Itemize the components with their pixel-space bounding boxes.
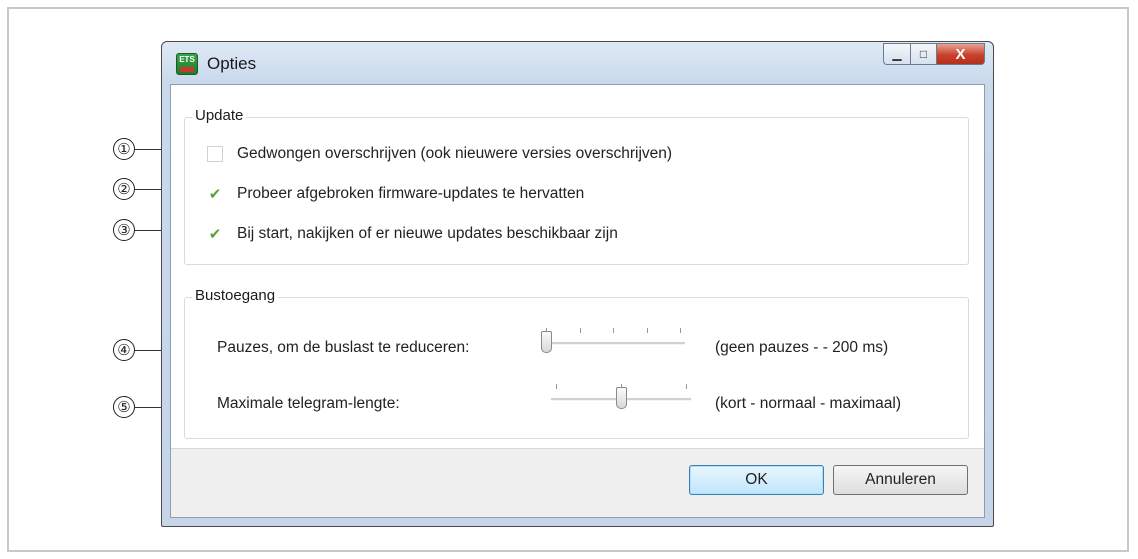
callout-2: ② [113,178,135,200]
bus-access-group-title: Bustoegang [192,287,279,304]
slider-tick [647,328,648,333]
telegram-length-label: Maximale telegram-lengte: [217,395,400,412]
pauses-range-text: (geen pauzes - - 200 ms) [715,339,889,356]
options-dialog: ETS Opties ▁ □ X Update Gedwongen oversc… [161,41,994,527]
maximize-button[interactable]: □ [910,43,937,65]
check-updates-checkbox[interactable]: ✔ [207,226,223,242]
force-overwrite-checkbox[interactable] [207,146,223,162]
option-check-updates-on-start[interactable]: ✔ Bij start, nakijken of er nieuwe updat… [207,222,618,246]
close-button[interactable]: X [937,43,985,65]
bus-access-group: Bustoegang Pauzes, om de buslast te redu… [184,287,969,439]
update-group: Update Gedwongen overschrijven (ook nieu… [184,107,969,265]
dialog-content: Update Gedwongen overschrijven (ook nieu… [170,84,985,518]
pauses-label: Pauzes, om de buslast te reduceren: [217,339,470,356]
slider-tick [686,384,687,389]
telegram-length-slider[interactable] [551,380,691,410]
slider-thumb[interactable] [616,387,627,409]
check-updates-label: Bij start, nakijken of er nieuwe updates… [237,225,618,242]
resume-firmware-checkbox[interactable]: ✔ [207,186,223,202]
slider-tick [613,328,614,333]
option-force-overwrite[interactable]: Gedwongen overschrijven (ook nieuwere ve… [207,142,672,166]
callout-1: ① [113,138,135,160]
slider-thumb[interactable] [541,331,552,353]
callout-3: ③ [113,219,135,241]
minimize-icon: ▁ [892,47,902,61]
minimize-button[interactable]: ▁ [883,43,910,65]
force-overwrite-label: Gedwongen overschrijven (ook nieuwere ve… [237,145,673,162]
title-bar[interactable]: ETS Opties ▁ □ X [162,42,993,84]
resume-firmware-label: Probeer afgebroken firmware-updates te h… [237,185,585,202]
pauses-slider-track [541,342,685,345]
dialog-footer: OK Annuleren [171,448,984,517]
callout-4: ④ [113,339,135,361]
check-icon: ✔ [208,185,222,203]
cancel-button[interactable]: Annuleren [833,465,968,495]
option-resume-firmware[interactable]: ✔ Probeer afgebroken firmware-updates te… [207,182,584,206]
maximize-icon: □ [919,47,928,61]
check-icon: ✔ [208,225,222,243]
telegram-range-text: (kort - normaal - maximaal) [715,395,902,412]
slider-tick [580,328,581,333]
window-title: Opties [207,54,257,73]
ets-app-icon: ETS [176,53,198,75]
pauses-slider[interactable] [541,324,685,354]
slider-tick [556,384,557,389]
update-group-title: Update [192,107,247,124]
slider-tick [680,328,681,333]
window-controls: ▁ □ X [883,43,985,65]
callout-5: ⑤ [113,396,135,418]
close-icon: X [955,45,966,63]
ok-button[interactable]: OK [689,465,824,495]
